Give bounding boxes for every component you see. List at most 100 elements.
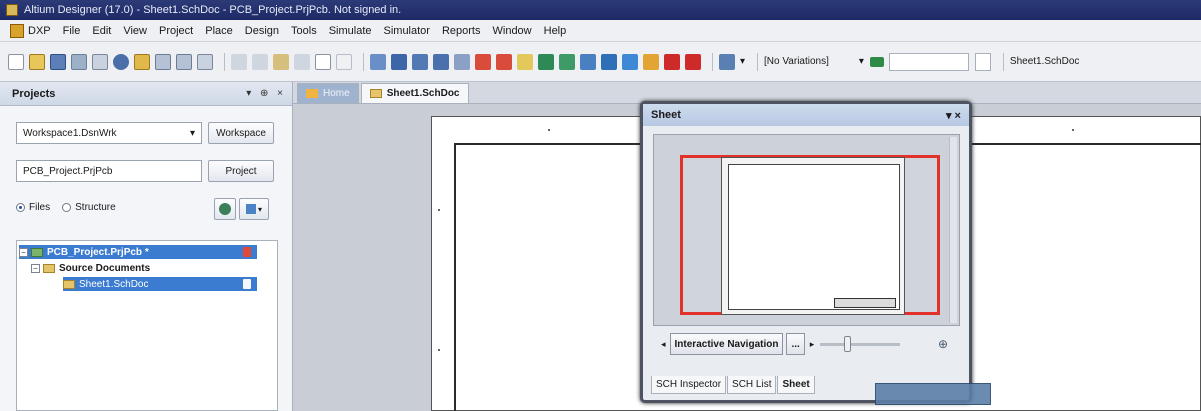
toolbar-separator	[1002, 52, 1004, 71]
app-icon	[6, 4, 18, 16]
save-icon[interactable]	[50, 53, 66, 70]
select-rect-icon[interactable]	[315, 53, 331, 70]
new-icon[interactable]	[8, 53, 24, 70]
sheet-combo[interactable]: Sheet1.SchDoc	[1010, 56, 1080, 67]
ground-icon[interactable]	[475, 53, 491, 70]
net-label-icon[interactable]	[433, 53, 449, 70]
menu-file[interactable]: File	[63, 25, 81, 37]
nav-more-button[interactable]: ...	[786, 333, 805, 355]
pen-dropdown-icon[interactable]: ▾	[740, 56, 745, 67]
no-erc-icon[interactable]	[664, 53, 680, 70]
folder-icon[interactable]	[134, 53, 150, 70]
project-field-value: PCB_Project.PrjPcb	[23, 165, 113, 177]
zoom-slider[interactable]	[820, 335, 901, 352]
menu-dxp[interactable]: DXP	[28, 25, 51, 37]
zoom-fit-icon[interactable]	[155, 53, 171, 70]
paste-icon[interactable]	[273, 53, 289, 70]
tree-item-project[interactable]: − PCB_Project.PrjPcb *	[19, 245, 257, 259]
upload-icon[interactable]: ▾	[239, 198, 269, 220]
compile-mask-icon[interactable]	[685, 53, 701, 70]
net-color-icon[interactable]	[454, 53, 470, 70]
project-button[interactable]: Project	[208, 160, 274, 182]
tab-home-label: Home	[323, 88, 350, 99]
variations-combo[interactable]: [No Variations]	[764, 56, 829, 67]
interactive-navigation-button[interactable]: Interactive Navigation	[669, 333, 784, 355]
toolbar: ▾ [No Variations] ▾ Sheet1.SchDoc	[0, 42, 1201, 82]
print-icon[interactable]	[71, 53, 87, 70]
toolbar-separator	[224, 52, 225, 71]
zone-tick	[1072, 129, 1074, 131]
web-icon[interactable]	[113, 53, 129, 70]
dxp-icon[interactable]	[10, 23, 24, 38]
print-preview-icon[interactable]	[92, 53, 108, 70]
tree-project-label: PCB_Project.PrjPcb *	[47, 246, 149, 258]
value-dropdown-icon[interactable]	[974, 52, 991, 71]
directive-icon[interactable]	[643, 53, 659, 70]
port-icon[interactable]	[601, 53, 617, 70]
menu-window[interactable]: Window	[493, 25, 532, 37]
modified-flag-icon	[243, 247, 251, 257]
value-combo[interactable]	[888, 52, 969, 71]
panel-controls-icon[interactable]: ▾ ⊕ ×	[246, 88, 286, 99]
menu-simulate[interactable]: Simulate	[329, 25, 372, 37]
sheet-overview[interactable]	[653, 134, 960, 326]
cut-icon[interactable]	[231, 53, 247, 70]
device-sheet-icon[interactable]	[580, 53, 596, 70]
zoom-icon[interactable]: ⊕	[938, 337, 948, 351]
bus-entry-icon[interactable]	[412, 53, 428, 70]
sheet-entry-icon[interactable]	[559, 53, 575, 70]
collapse-icon[interactable]: −	[19, 247, 28, 257]
scroll-right-icon[interactable]: ▸	[810, 339, 815, 350]
radio-files[interactable]	[16, 203, 25, 212]
variations-dropdown-icon[interactable]: ▾	[859, 56, 864, 67]
toolbar-separator	[712, 52, 713, 71]
harness-icon[interactable]	[622, 53, 638, 70]
zoom-area-icon[interactable]	[176, 53, 192, 70]
power-icon[interactable]	[496, 53, 512, 70]
radio-structure[interactable]	[62, 203, 72, 212]
menu-simulator[interactable]: Simulator	[384, 25, 430, 37]
menu-tools[interactable]: Tools	[291, 25, 317, 37]
scroll-left-icon[interactable]: ◂	[661, 339, 666, 350]
move-icon[interactable]	[336, 53, 352, 70]
sheet-panel-header[interactable]: Sheet ▾ ×	[643, 104, 969, 126]
bus-icon[interactable]	[391, 53, 407, 70]
tab-home[interactable]: Home	[297, 83, 359, 103]
menu-design[interactable]: Design	[245, 25, 279, 37]
copy-icon[interactable]	[252, 53, 268, 70]
panel-controls-icon[interactable]: ▾ ×	[946, 109, 961, 122]
tab-sch-inspector[interactable]: SCH Inspector	[651, 376, 727, 394]
menu-help[interactable]: Help	[544, 25, 567, 37]
tree-item-document[interactable]: Sheet1.SchDoc	[63, 277, 257, 291]
wire-icon[interactable]	[370, 53, 386, 70]
rubber-stamp-icon[interactable]	[294, 53, 310, 70]
menu-place[interactable]: Place	[205, 25, 233, 37]
sheet-panel[interactable]: Sheet ▾ × ◂ Interactive Navigation ... ▸…	[640, 101, 972, 403]
view-area-box[interactable]	[680, 155, 940, 315]
pen-icon[interactable]	[719, 53, 735, 70]
zoom-icon[interactable]	[197, 53, 213, 70]
tab-sch-list[interactable]: SCH List	[727, 376, 777, 394]
projects-panel-header: Projects ▾ ⊕ ×	[0, 82, 292, 106]
sheet-nav-bar: ◂ Interactive Navigation ... ▸ ⊕	[661, 330, 954, 358]
menu-reports[interactable]: Reports	[442, 25, 481, 37]
open-icon[interactable]	[29, 53, 45, 70]
project-field[interactable]: PCB_Project.PrjPcb	[16, 160, 202, 182]
refresh-icon[interactable]	[214, 198, 236, 220]
workspace-combo[interactable]: Workspace1.DsnWrk ▾	[16, 122, 202, 144]
menu-project[interactable]: Project	[159, 25, 193, 37]
tree-item-folder[interactable]: − Source Documents	[31, 261, 251, 275]
tab-sheet1[interactable]: Sheet1.SchDoc	[360, 83, 469, 103]
menu-view[interactable]: View	[123, 25, 147, 37]
workspace-combo-value: Workspace1.DsnWrk	[23, 127, 117, 139]
place-part-icon[interactable]	[517, 53, 533, 70]
tab-sheet[interactable]: Sheet	[777, 376, 815, 394]
variant-color-icon	[869, 56, 884, 67]
project-tree: − PCB_Project.PrjPcb * − Source Document…	[16, 240, 278, 411]
menu-edit[interactable]: Edit	[92, 25, 111, 37]
sheet-symbol-icon[interactable]	[538, 53, 554, 70]
collapse-icon[interactable]: −	[31, 263, 40, 273]
overview-scrollbar[interactable]	[949, 137, 957, 323]
workspace-button[interactable]: Workspace	[208, 122, 274, 144]
zoom-slider-knob[interactable]	[844, 335, 852, 352]
